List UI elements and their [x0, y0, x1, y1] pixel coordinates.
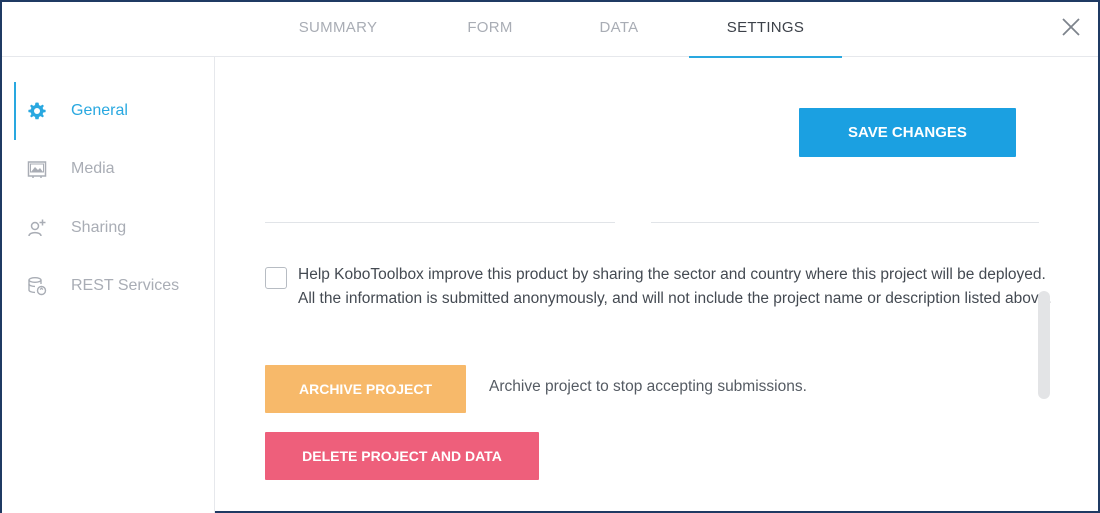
field-underline: [651, 222, 1039, 223]
sidebar-item-general[interactable]: General: [2, 82, 214, 140]
active-indicator: [14, 82, 16, 140]
sidebar-item-rest-services[interactable]: REST Services: [2, 257, 214, 315]
share-info-checkbox[interactable]: [265, 267, 287, 289]
sidebar-item-label: General: [71, 102, 128, 119]
close-button[interactable]: [1058, 14, 1084, 40]
archive-project-button[interactable]: ARCHIVE PROJECT: [265, 365, 466, 413]
gear-icon: [28, 102, 46, 120]
add-user-icon: [28, 219, 46, 237]
tab-settings[interactable]: SETTINGS: [689, 2, 842, 58]
settings-sidebar: General Media Sharing REST Services: [2, 57, 215, 513]
tab-data[interactable]: DATA: [577, 2, 661, 57]
settings-modal: SUMMARY FORM DATA SETTINGS General Media…: [0, 0, 1100, 513]
archive-hint-text: Archive project to stop accepting submis…: [489, 378, 807, 395]
scrollbar-thumb[interactable]: [1038, 291, 1050, 399]
sidebar-item-sharing[interactable]: Sharing: [2, 199, 214, 257]
sidebar-item-label: REST Services: [71, 277, 180, 294]
tab-form[interactable]: FORM: [448, 2, 532, 57]
sidebar-item-label: Media: [71, 160, 115, 177]
settings-content: SAVE CHANGES Help KoboToolbox improve th…: [216, 58, 1098, 513]
tab-summary[interactable]: SUMMARY: [278, 2, 398, 57]
save-changes-button[interactable]: SAVE CHANGES: [799, 108, 1016, 157]
sidebar-item-label: Sharing: [71, 219, 127, 236]
tab-bar: SUMMARY FORM DATA SETTINGS: [2, 2, 1098, 58]
database-sync-icon: [28, 277, 47, 296]
sidebar-item-media[interactable]: Media: [2, 140, 214, 198]
share-info-label: Help KoboToolbox improve this product by…: [298, 266, 1052, 307]
delete-project-button[interactable]: DELETE PROJECT AND DATA: [265, 432, 539, 480]
field-underline: [265, 222, 615, 223]
media-icon: [27, 161, 47, 178]
close-icon: [1062, 18, 1080, 36]
